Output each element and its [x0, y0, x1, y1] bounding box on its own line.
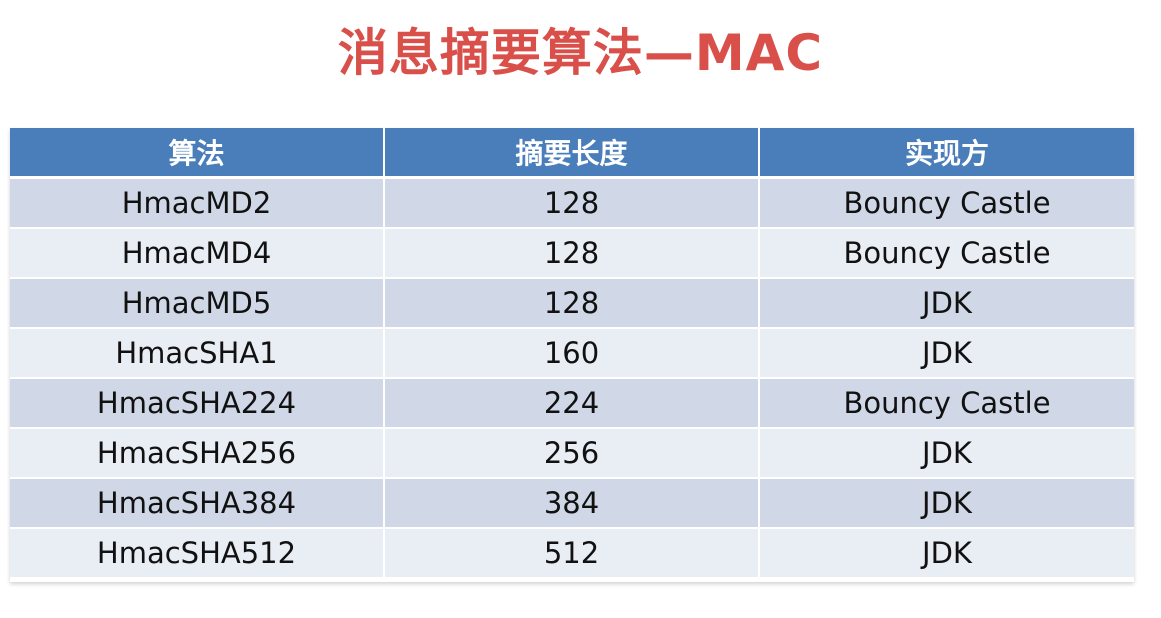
cell-length: 384 [384, 478, 760, 529]
table-row: HmacSHA256 256 JDK [10, 428, 1134, 479]
cell-provider: JDK [759, 328, 1134, 379]
cell-algorithm: HmacMD4 [10, 228, 385, 279]
cell-provider: JDK [759, 528, 1134, 579]
cell-length: 128 [384, 278, 760, 329]
table: 算法 摘要长度 实现方 HmacMD2 128 Bouncy Castle Hm… [10, 128, 1134, 579]
cell-length: 160 [384, 328, 760, 379]
table-row: HmacSHA512 512 JDK [10, 528, 1134, 579]
table-row: HmacMD4 128 Bouncy Castle [10, 228, 1134, 279]
cell-algorithm: HmacMD2 [10, 177, 385, 229]
cell-length: 128 [384, 177, 760, 229]
table-row: HmacSHA384 384 JDK [10, 478, 1134, 529]
cell-provider: JDK [759, 428, 1134, 479]
cell-algorithm: HmacSHA1 [10, 328, 385, 379]
cell-length: 128 [384, 228, 760, 279]
cell-provider: JDK [759, 478, 1134, 529]
table-row: HmacMD2 128 Bouncy Castle [10, 177, 1134, 229]
table-row: HmacSHA224 224 Bouncy Castle [10, 378, 1134, 429]
cell-algorithm: HmacMD5 [10, 278, 385, 329]
table-row: HmacSHA1 160 JDK [10, 328, 1134, 379]
cell-length: 224 [384, 378, 760, 429]
cell-provider: Bouncy Castle [759, 228, 1134, 279]
header-provider: 实现方 [759, 128, 1134, 179]
cell-provider: Bouncy Castle [759, 378, 1134, 429]
cell-length: 256 [384, 428, 760, 479]
page-title: 消息摘要算法—MAC [337, 24, 824, 82]
header-algorithm: 算法 [10, 128, 385, 179]
cell-algorithm: HmacSHA512 [10, 528, 385, 579]
table-header-row: 算法 摘要长度 实现方 [10, 128, 1134, 179]
cell-algorithm: HmacSHA224 [10, 378, 385, 429]
header-digest-length: 摘要长度 [384, 128, 760, 179]
cell-algorithm: HmacSHA384 [10, 478, 385, 529]
cell-algorithm: HmacSHA256 [10, 428, 385, 479]
cell-length: 512 [384, 528, 760, 579]
mac-algorithm-table: 算法 摘要长度 实现方 HmacMD2 128 Bouncy Castle Hm… [10, 128, 1134, 582]
cell-provider: Bouncy Castle [759, 177, 1134, 229]
cell-provider: JDK [759, 278, 1134, 329]
table-row: HmacMD5 128 JDK [10, 278, 1134, 329]
